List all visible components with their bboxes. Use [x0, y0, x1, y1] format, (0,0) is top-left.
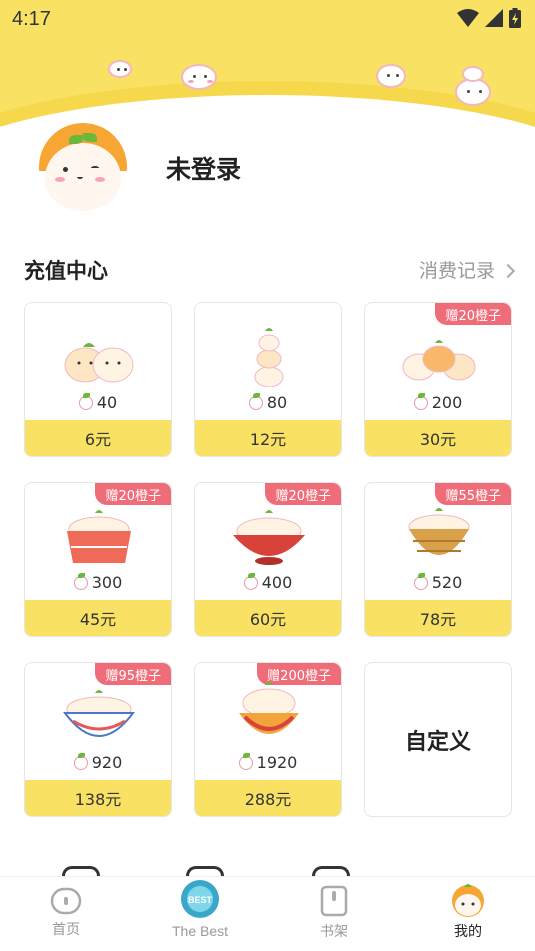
orange-coin-icon: [248, 392, 263, 410]
price-label: 12元: [195, 420, 341, 456]
mochi-decoration-icon: [108, 60, 132, 78]
price-label: 30元: [365, 420, 511, 456]
leaf-icon: [83, 133, 97, 142]
username[interactable]: 未登录: [166, 150, 241, 186]
battery-icon: [509, 8, 521, 28]
spending-history-label: 消费记录: [418, 260, 495, 282]
amount-label: 920: [25, 752, 171, 772]
recharge-option[interactable]: 赠20橙子 400 60元: [194, 482, 342, 637]
svg-text:BEST: BEST: [188, 895, 213, 905]
mochi-pile-icon: [402, 340, 476, 381]
status-bar: 4:17: [0, 0, 535, 36]
spending-history-link[interactable]: 消费记录: [418, 256, 516, 283]
orange-coin-icon: [243, 572, 258, 590]
recharge-option[interactable]: 80 12元: [194, 302, 342, 457]
price-label: 6元: [25, 420, 171, 456]
mochi-bundle-icon: [64, 343, 134, 383]
recharge-option[interactable]: 赠55橙子 520 78元: [364, 482, 512, 637]
recharge-center-title: 充值中心: [24, 259, 108, 283]
custom-recharge-label: 自定义: [404, 729, 471, 755]
mochi-bowl-icon: [233, 510, 305, 565]
mochi-treasure-icon: [239, 682, 299, 734]
recharge-option[interactable]: 赠20橙子 300 45元: [24, 482, 172, 637]
nav-item-profile[interactable]: 我的: [428, 884, 508, 941]
price-label: 138元: [25, 780, 171, 816]
orange-coin-icon: [413, 392, 428, 410]
nav-item-home[interactable]: 首页: [26, 885, 106, 939]
recharge-option[interactable]: 赠95橙子 920 138元: [24, 662, 172, 817]
nav-item-bookshelf[interactable]: 书架: [294, 885, 374, 941]
chevron-right-icon: [500, 263, 516, 278]
orange-coin-icon: [73, 572, 88, 590]
mochi-basket-icon: [67, 510, 131, 563]
profile-header: 4:17 未登录: [0, 0, 535, 230]
avatar[interactable]: [36, 120, 130, 214]
bottom-navigation: 首页 BEST The Best 书架 我的: [0, 876, 535, 951]
price-label: 60元: [195, 600, 341, 636]
status-icons: [457, 8, 521, 28]
orange-coin-icon: [413, 572, 428, 590]
amount-label: 40: [25, 392, 171, 412]
mochi-porcelain-bowl-icon: [63, 690, 135, 737]
leaf-icon: [69, 135, 83, 144]
orange-coin-icon: [78, 392, 93, 410]
recharge-option[interactable]: 赠20橙子 200 30元: [364, 302, 512, 457]
wifi-icon: [457, 9, 479, 27]
orange-coin-icon: [73, 752, 88, 770]
mochi-decoration-icon: [376, 64, 406, 88]
mochi-decoration-icon: [181, 64, 217, 90]
price-label: 288元: [195, 780, 341, 816]
the-best-icon: BEST: [181, 880, 219, 918]
avatar-face: [45, 143, 121, 211]
recharge-grid: 40 6元 80 12元 赠20橙子 200 30元 赠20橙子 300 45元…: [24, 302, 512, 822]
amount-label: 520: [365, 572, 511, 592]
price-label: 45元: [25, 600, 171, 636]
nav-item-the-best[interactable]: BEST The Best: [160, 880, 240, 939]
mochi-decoration-icon: [455, 78, 491, 106]
amount-label: 300: [25, 572, 171, 592]
custom-recharge-button[interactable]: 自定义: [364, 662, 512, 817]
signal-icon: [485, 9, 503, 27]
mochi-stack-icon: [254, 328, 284, 387]
amount-label: 200: [365, 392, 511, 412]
amount-label: 400: [195, 572, 341, 592]
mochi-wicker-basket-icon: [408, 508, 470, 555]
bookshelf-icon: [320, 885, 348, 917]
status-time: 4:17: [12, 8, 51, 30]
amount-label: 1920: [195, 752, 341, 772]
profile-icon: [452, 884, 484, 917]
mochi-decoration-icon: [462, 66, 484, 82]
home-icon: [50, 887, 82, 915]
recharge-option[interactable]: 赠200橙子 1920 288元: [194, 662, 342, 817]
recharge-option[interactable]: 40 6元: [24, 302, 172, 457]
amount-label: 80: [195, 392, 341, 412]
price-label: 78元: [365, 600, 511, 636]
orange-coin-icon: [238, 752, 253, 770]
